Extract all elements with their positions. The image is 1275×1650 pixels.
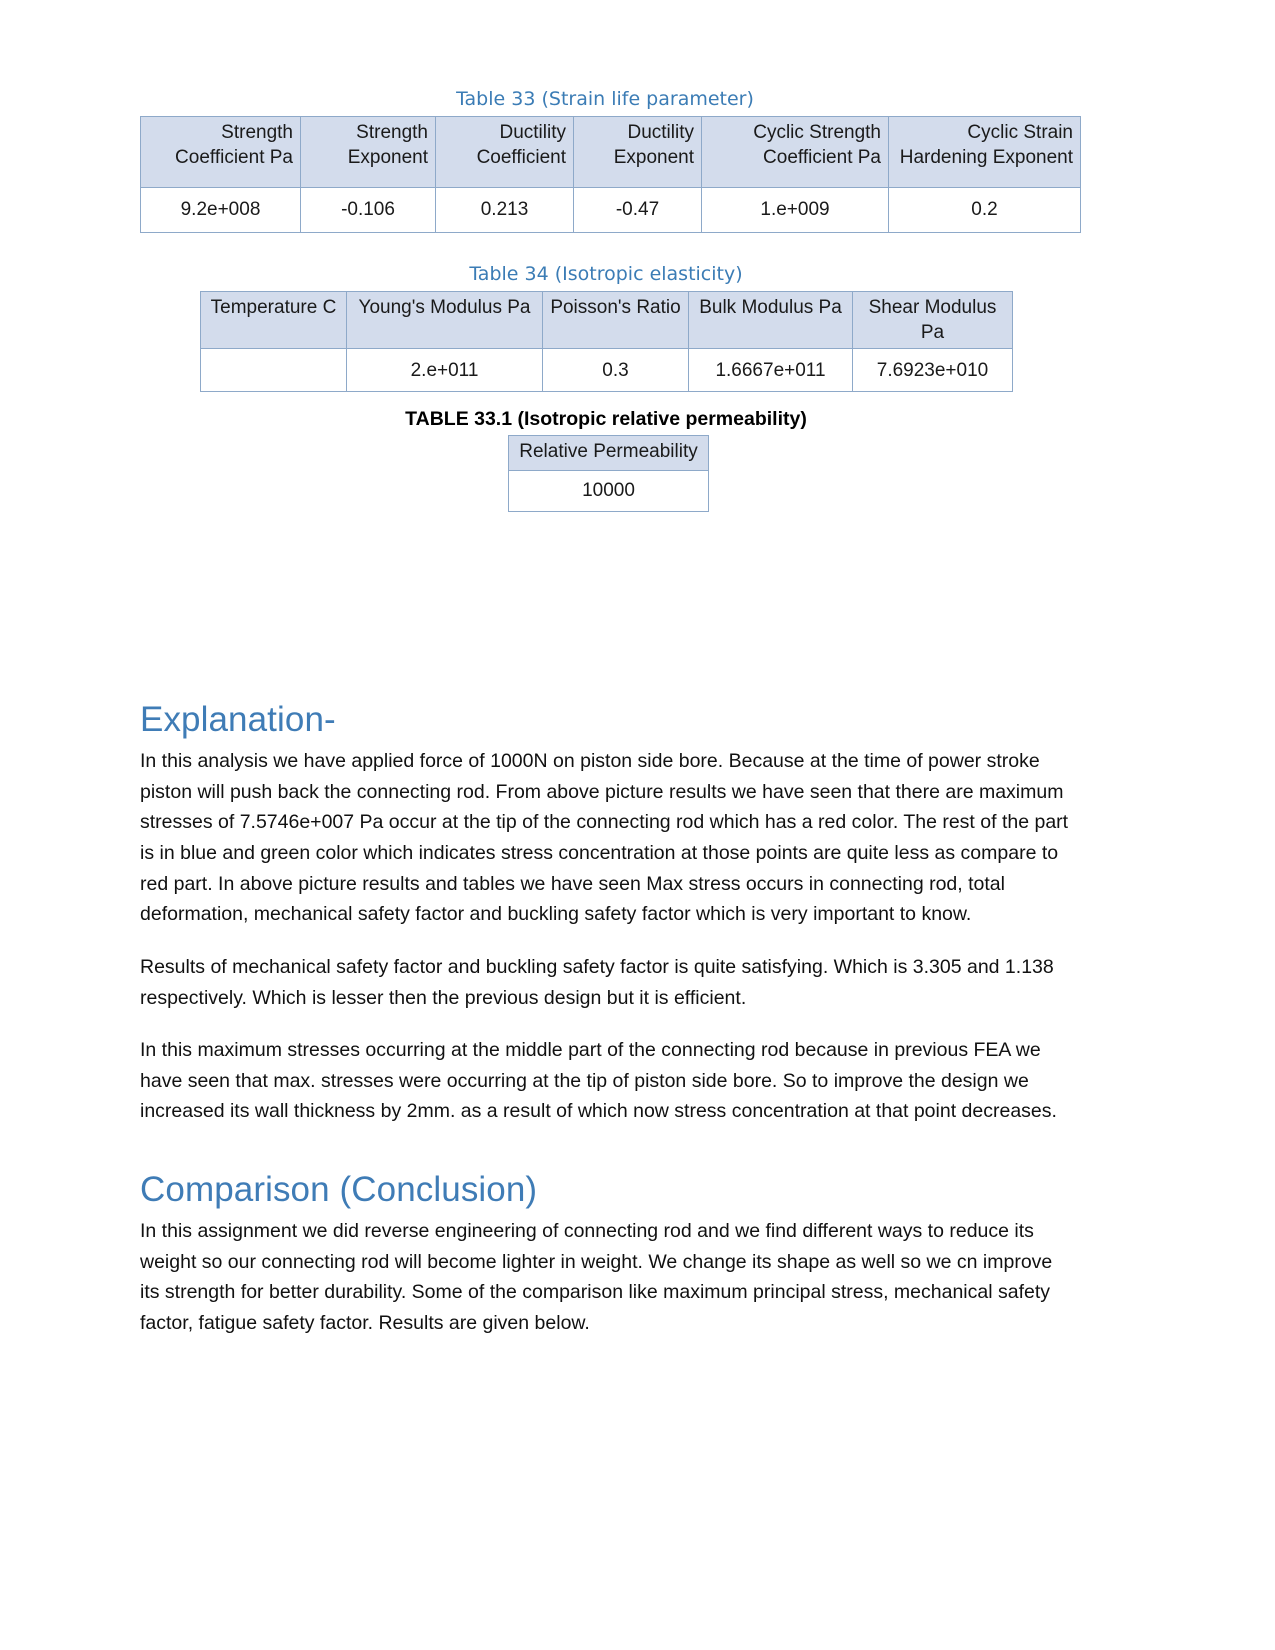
explanation-paragraph-3: In this maximum stresses occurring at th… xyxy=(140,1039,1057,1123)
table-cell: 2.e+011 xyxy=(346,348,543,393)
explanation-section: Explanation- In this analysis we have ap… xyxy=(140,700,1072,1127)
table-33-1: Relative Permeability 10000 xyxy=(508,435,709,512)
table-header-row: Temperature C Young's Modulus Pa Poisson… xyxy=(200,290,1013,350)
table-33: Strength Coefficient Pa Strength Exponen… xyxy=(140,116,1081,233)
table-cell: 1.e+009 xyxy=(701,187,889,233)
comparison-heading: Comparison (Conclusion) xyxy=(140,1170,538,1209)
table-cell: -0.47 xyxy=(573,187,702,233)
table-cell: 9.2e+008 xyxy=(140,187,301,233)
column-header: Shear Modulus Pa xyxy=(852,290,1013,350)
table-header-row: Relative Permeability xyxy=(508,435,709,471)
comparison-section: Comparison (Conclusion) In this assignme… xyxy=(140,1170,1072,1339)
column-header: Bulk Modulus Pa xyxy=(688,290,853,350)
table-row: 2.e+011 0.3 1.6667e+011 7.6923e+010 xyxy=(200,348,1013,393)
explanation-heading: Explanation- xyxy=(140,700,336,739)
table-cell xyxy=(200,348,347,393)
table-33-1-block: TABLE 33.1 (Isotropic relative permeabil… xyxy=(140,408,1072,512)
table-row: 9.2e+008 -0.106 0.213 -0.47 1.e+009 0.2 xyxy=(140,187,1081,233)
table-row: 10000 xyxy=(508,470,709,512)
column-header: Strength Coefficient Pa xyxy=(140,116,301,188)
column-header: Young's Modulus Pa xyxy=(346,290,543,350)
table-34-block: Table 34 (Isotropic elasticity) Temperat… xyxy=(200,263,1013,393)
table-33-1-caption: TABLE 33.1 (Isotropic relative permeabil… xyxy=(405,408,807,430)
table-cell: 0.3 xyxy=(542,348,689,393)
column-header: Cyclic Strength Coefficient Pa xyxy=(701,116,889,188)
column-header: Ductility Coefficient xyxy=(435,116,574,188)
column-header: Ductility Exponent xyxy=(573,116,702,188)
column-header: Temperature C xyxy=(200,290,347,350)
column-header: Poisson's Ratio xyxy=(542,290,689,350)
column-header: Strength Exponent xyxy=(300,116,436,188)
table-cell: 7.6923e+010 xyxy=(852,348,1013,393)
table-33-block: Table 33 (Strain life parameter) Strengt… xyxy=(140,88,1081,233)
table-cell: 1.6667e+011 xyxy=(688,348,853,393)
table-cell: 10000 xyxy=(508,470,709,512)
document-page: Table 33 (Strain life parameter) Strengt… xyxy=(0,0,1275,1650)
column-header: Relative Permeability xyxy=(508,435,709,471)
table-cell: -0.106 xyxy=(300,187,436,233)
table-cell: 0.213 xyxy=(435,187,574,233)
table-cell: 0.2 xyxy=(888,187,1081,233)
explanation-paragraph-1: In this analysis we have applied force o… xyxy=(140,750,1069,926)
comparison-paragraph-1: In this assignment we did reverse engine… xyxy=(140,1220,1053,1335)
explanation-paragraph-2: Results of mechanical safety factor and … xyxy=(140,955,1054,1009)
table-33-caption: Table 33 (Strain life parameter) xyxy=(456,88,754,110)
table-34-caption: Table 34 (Isotropic elasticity) xyxy=(469,263,743,285)
table-34: Temperature C Young's Modulus Pa Poisson… xyxy=(200,290,1013,393)
table-header-row: Strength Coefficient Pa Strength Exponen… xyxy=(140,116,1081,188)
column-header: Cyclic Strain Hardening Exponent xyxy=(888,116,1081,188)
